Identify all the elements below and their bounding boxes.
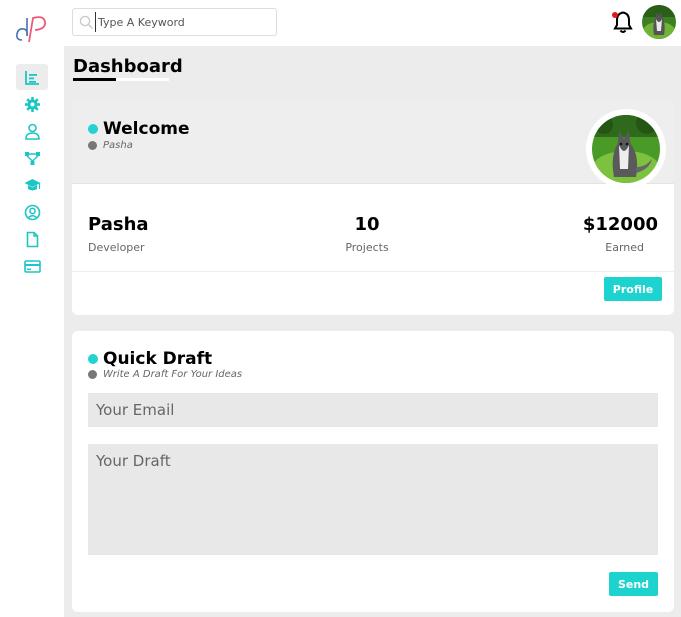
welcome-title-text: Welcome [103,119,190,139]
credit-card-icon [23,259,41,273]
quick-draft-subtitle-text: Write A Draft For Your Ideas [103,369,243,380]
projects-value: 10 [354,214,380,235]
quick-draft-title: Quick Draft [88,349,212,369]
email-field[interactable] [88,393,658,427]
chart-bars-icon [24,70,39,85]
app: Dashboard Welcome Pasha [0,0,681,617]
file-icon [26,231,38,247]
top-header [64,0,681,46]
search-icon [79,15,93,29]
avatar-image [642,5,676,39]
earned-value: $12000 [582,214,658,235]
welcome-subtitle-text: Pasha [103,140,133,151]
sidebar [0,0,64,617]
profile-button[interactable]: Profile [604,277,662,301]
user-name: Pasha [88,214,149,235]
diagram-icon [24,151,40,165]
subtitle-dot [88,370,97,379]
sidebar-item-friends[interactable] [16,199,48,225]
user-role: Developer [88,241,145,254]
sidebar-item-profile[interactable] [16,118,48,144]
stat-name: Pasha Developer [88,214,149,254]
title-dot [88,124,98,134]
stat-projects: 10 Projects [327,214,407,254]
brand-logo[interactable] [14,12,50,46]
welcome-subtitle: Pasha [88,140,133,151]
avatar-image [592,115,660,183]
stat-earned: $12000 Earned [558,214,658,254]
page-title: Dashboard [73,56,183,77]
notification-dot [612,12,618,18]
welcome-title: Welcome [88,119,190,139]
quick-draft-card: Quick Draft Write A Draft For Your Ideas… [72,331,674,612]
draft-field[interactable] [88,444,658,555]
user-circle-icon [24,204,40,220]
gear-icon [24,96,40,112]
search-box[interactable] [72,8,277,36]
welcome-divider [72,271,674,272]
sidebar-item-files[interactable] [16,226,48,252]
welcome-header [72,101,674,184]
graduation-cap-icon [24,178,40,190]
send-button[interactable]: Send [609,572,658,596]
quick-draft-subtitle: Write A Draft For Your Ideas [88,369,242,380]
sidebar-item-courses[interactable] [16,172,48,198]
sidebar-item-projects[interactable] [16,145,48,171]
page-title-underline-accent [73,78,116,81]
title-dot [88,354,98,364]
projects-label: Projects [345,241,389,254]
sidebar-item-plans[interactable] [16,253,48,279]
sidebar-item-dashboard[interactable] [16,64,48,90]
earned-label: Earned [605,241,644,254]
search-input[interactable] [95,12,273,32]
sidebar-item-settings[interactable] [16,91,48,117]
welcome-avatar [586,109,666,189]
quick-draft-title-text: Quick Draft [103,349,213,369]
welcome-card: Welcome Pasha Pasha Developer 10 Project… [72,101,674,315]
subtitle-dot [88,141,97,150]
user-icon [24,123,40,140]
header-avatar[interactable] [642,5,676,39]
